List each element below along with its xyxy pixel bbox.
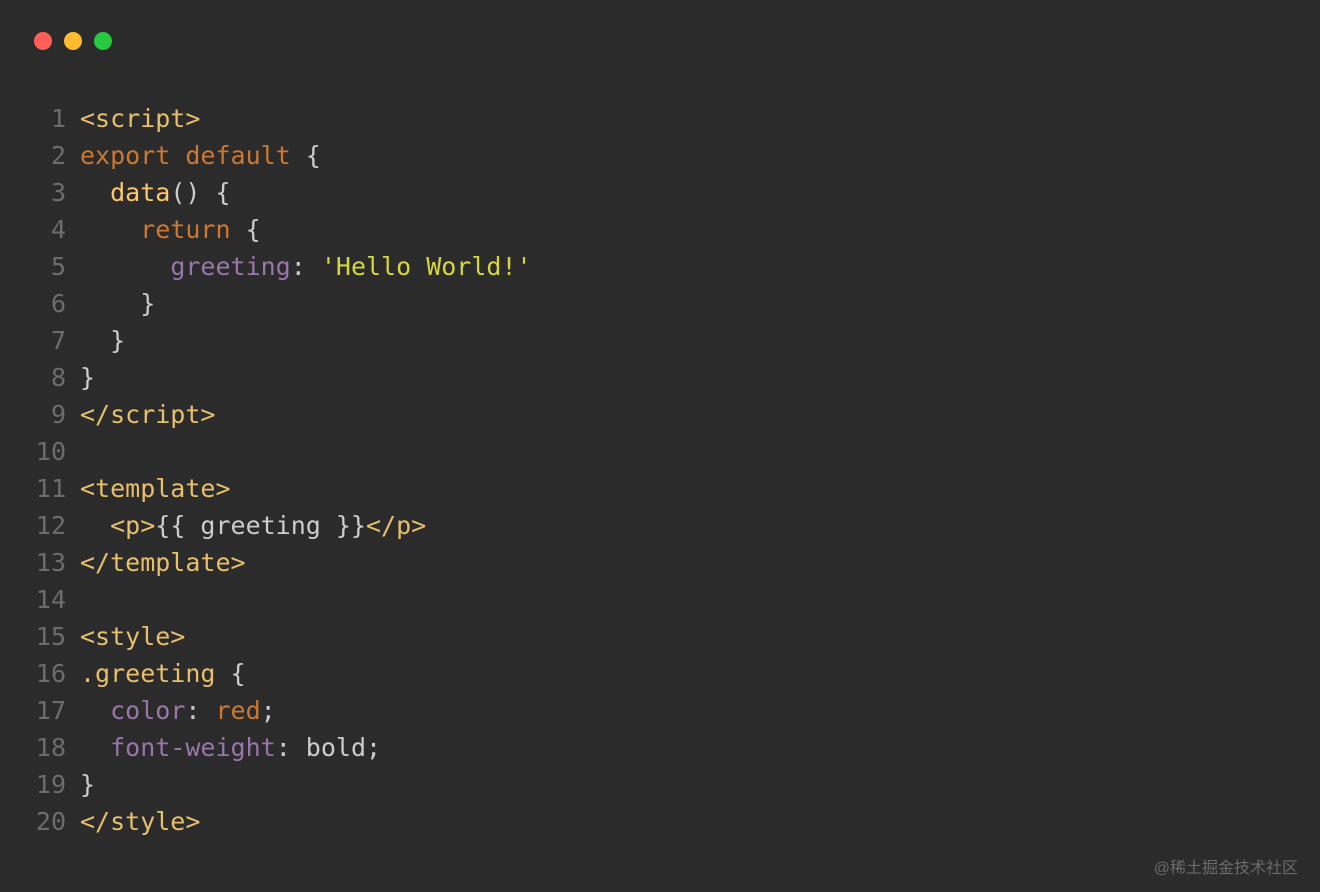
code-content[interactable]: } xyxy=(80,766,95,803)
maximize-icon[interactable] xyxy=(94,32,112,50)
code-line[interactable]: 17 color: red; xyxy=(0,692,1320,729)
line-number: 5 xyxy=(0,248,80,285)
traffic-lights xyxy=(0,0,1320,50)
code-content[interactable]: </style> xyxy=(80,803,200,840)
watermark: @稀土掘金技术社区 xyxy=(1154,854,1298,878)
code-content[interactable]: data() { xyxy=(80,174,231,211)
code-line[interactable]: 11<template> xyxy=(0,470,1320,507)
line-number: 4 xyxy=(0,211,80,248)
line-number: 19 xyxy=(0,766,80,803)
code-line[interactable]: 7 } xyxy=(0,322,1320,359)
line-number: 10 xyxy=(0,433,80,470)
code-content[interactable]: .greeting { xyxy=(80,655,246,692)
code-line[interactable]: 10 xyxy=(0,433,1320,470)
code-line[interactable]: 6 } xyxy=(0,285,1320,322)
code-line[interactable]: 12 <p>{{ greeting }}</p> xyxy=(0,507,1320,544)
line-number: 20 xyxy=(0,803,80,840)
line-number: 8 xyxy=(0,359,80,396)
code-content[interactable]: font-weight: bold; xyxy=(80,729,381,766)
code-line[interactable]: 4 return { xyxy=(0,211,1320,248)
code-content[interactable]: } xyxy=(80,322,125,359)
code-line[interactable]: 1<script> xyxy=(0,100,1320,137)
code-line[interactable]: 18 font-weight: bold; xyxy=(0,729,1320,766)
code-content[interactable]: </template> xyxy=(80,544,246,581)
code-content[interactable]: <p>{{ greeting }}</p> xyxy=(80,507,426,544)
line-number: 7 xyxy=(0,322,80,359)
line-number: 6 xyxy=(0,285,80,322)
code-content[interactable]: <script> xyxy=(80,100,200,137)
code-line[interactable]: 5 greeting: 'Hello World!' xyxy=(0,248,1320,285)
line-number: 16 xyxy=(0,655,80,692)
line-number: 2 xyxy=(0,137,80,174)
code-content[interactable]: export default { xyxy=(80,137,321,174)
minimize-icon[interactable] xyxy=(64,32,82,50)
line-number: 9 xyxy=(0,396,80,433)
code-line[interactable]: 8} xyxy=(0,359,1320,396)
code-line[interactable]: 20</style> xyxy=(0,803,1320,840)
line-number: 11 xyxy=(0,470,80,507)
code-content[interactable]: return { xyxy=(80,211,261,248)
line-number: 12 xyxy=(0,507,80,544)
code-content[interactable]: <style> xyxy=(80,618,185,655)
code-content[interactable]: greeting: 'Hello World!' xyxy=(80,248,532,285)
line-number: 1 xyxy=(0,100,80,137)
line-number: 18 xyxy=(0,729,80,766)
code-line[interactable]: 2export default { xyxy=(0,137,1320,174)
close-icon[interactable] xyxy=(34,32,52,50)
code-content[interactable]: </script> xyxy=(80,396,215,433)
code-line[interactable]: 19} xyxy=(0,766,1320,803)
line-number: 13 xyxy=(0,544,80,581)
code-line[interactable]: 14 xyxy=(0,581,1320,618)
code-line[interactable]: 16.greeting { xyxy=(0,655,1320,692)
line-number: 17 xyxy=(0,692,80,729)
code-line[interactable]: 15<style> xyxy=(0,618,1320,655)
code-line[interactable]: 13</template> xyxy=(0,544,1320,581)
code-content[interactable]: } xyxy=(80,285,155,322)
line-number: 3 xyxy=(0,174,80,211)
line-number: 15 xyxy=(0,618,80,655)
code-content[interactable]: <template> xyxy=(80,470,231,507)
code-editor[interactable]: 1<script>2export default {3 data() {4 re… xyxy=(0,50,1320,840)
code-content[interactable]: color: red; xyxy=(80,692,276,729)
code-line[interactable]: 9</script> xyxy=(0,396,1320,433)
code-line[interactable]: 3 data() { xyxy=(0,174,1320,211)
line-number: 14 xyxy=(0,581,80,618)
code-content[interactable]: } xyxy=(80,359,95,396)
